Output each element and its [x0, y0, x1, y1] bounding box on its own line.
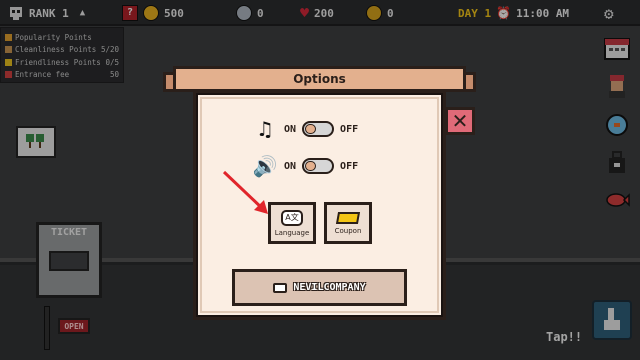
- sound-on-label: ON: [284, 160, 297, 172]
- brand-label: NEVILCOMPANY: [293, 282, 366, 293]
- dialog-title-banner: Options: [173, 66, 466, 92]
- sound-toggle[interactable]: [302, 158, 335, 174]
- sound-toggle-knob: [305, 161, 317, 171]
- sound-setting: 🔊 ON OFF: [252, 154, 359, 178]
- language-label: Language: [274, 228, 310, 237]
- coupon-button[interactable]: Coupon: [324, 202, 372, 244]
- music-setting: ♫ ON OFF: [252, 117, 359, 141]
- sound-off-label: OFF: [340, 160, 359, 172]
- language-button[interactable]: A文 Language: [268, 202, 316, 244]
- video-icon: [273, 282, 288, 293]
- music-toggle-knob: [305, 124, 317, 134]
- coupon-label: Coupon: [334, 226, 362, 235]
- music-on-label: ON: [284, 123, 297, 135]
- nevilcompany-button[interactable]: NEVILCOMPANY: [232, 269, 407, 306]
- speaker-icon: 🔊: [252, 154, 278, 178]
- close-button[interactable]: ✕: [445, 107, 475, 135]
- close-icon: ✕: [451, 109, 469, 133]
- coupon-icon: [335, 211, 361, 224]
- music-toggle[interactable]: [302, 121, 335, 137]
- music-off-label: OFF: [340, 123, 359, 135]
- language-icon: A文: [281, 209, 303, 226]
- music-note-icon: ♫: [256, 117, 274, 141]
- dialog-title: Options: [293, 72, 346, 86]
